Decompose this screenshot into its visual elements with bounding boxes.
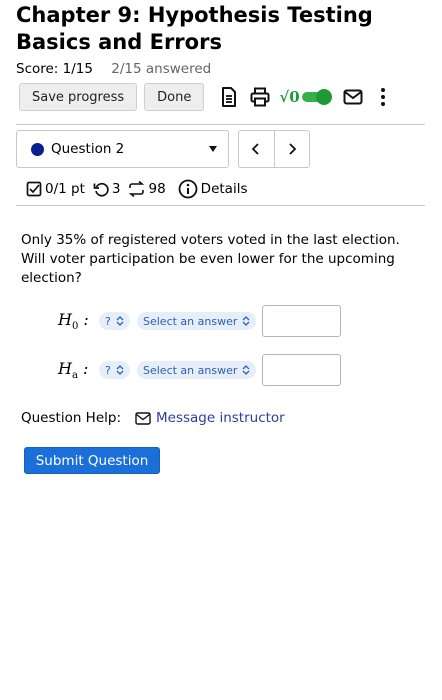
updown-arrow-icon	[242, 365, 250, 375]
question-meta: 0/1 pt 3 98 Details	[26, 178, 247, 200]
h0-label: H0 :	[58, 310, 99, 332]
details-item[interactable]: Details	[178, 179, 248, 199]
math-toggle-label: √0	[279, 88, 300, 106]
ha-answer-select[interactable]: Select an answer	[137, 361, 257, 379]
chevron-right-icon	[289, 143, 297, 155]
repeat-icon	[129, 181, 145, 197]
question-help: Question Help: Message instructor	[21, 408, 285, 428]
h0-symbol-select[interactable]: ?	[99, 312, 130, 330]
mail-icon	[135, 411, 151, 425]
submit-question-button[interactable]: Submit Question	[24, 447, 160, 474]
undo-icon	[93, 182, 109, 197]
h0-symbol-label: ?	[105, 314, 111, 328]
question-status-dot	[31, 142, 44, 156]
info-icon	[178, 179, 198, 199]
retries-item: 3	[93, 181, 121, 197]
updown-arrow-icon	[116, 365, 124, 375]
message-instructor-link[interactable]: Message instructor	[135, 410, 285, 426]
retries-count: 3	[111, 181, 121, 197]
h0-sub: 0	[71, 321, 79, 333]
points-label: 0/1 pt	[45, 181, 85, 197]
h0-colon: :	[83, 309, 89, 329]
math-toggle-switch[interactable]	[301, 89, 332, 105]
divider	[16, 124, 425, 125]
details-label: Details	[200, 181, 248, 197]
mail-icon[interactable]	[342, 86, 364, 108]
score-label: Score: 1/15	[16, 61, 93, 77]
ha-answer-label: Select an answer	[143, 363, 238, 377]
message-instructor-label: Message instructor	[156, 410, 285, 426]
ha-sub: a	[71, 370, 78, 382]
more-icon[interactable]	[372, 86, 394, 108]
ha-colon: :	[83, 358, 89, 378]
done-button[interactable]: Done	[144, 83, 205, 111]
previous-question-button[interactable]	[239, 131, 274, 167]
toolbar: Save progress Done √0	[19, 83, 394, 111]
points-item: 0/1 pt	[26, 181, 85, 197]
h0-base: H	[58, 309, 72, 329]
ha-symbol-select[interactable]: ?	[99, 361, 130, 379]
ha-symbol-label: ?	[105, 363, 111, 377]
h0-value-input[interactable]	[262, 305, 342, 337]
answered-count: 2/15 answered	[111, 61, 212, 77]
question-select-label: Question 2	[51, 141, 125, 157]
h0-answer-label: Select an answer	[143, 314, 238, 328]
save-progress-button[interactable]: Save progress	[19, 83, 138, 111]
next-question-button[interactable]	[273, 131, 310, 167]
divider	[16, 205, 425, 206]
attempts-item: 98	[128, 181, 166, 197]
chevron-left-icon	[251, 143, 259, 155]
question-nav	[238, 130, 310, 168]
ha-base: H	[58, 358, 72, 378]
checkbox-icon	[26, 181, 42, 197]
ha-value-input[interactable]	[262, 354, 342, 386]
h0-answer-select[interactable]: Select an answer	[137, 312, 257, 330]
hypothesis-row-ha: Ha : ? Select an answer	[58, 354, 342, 386]
attempts-count: 98	[148, 181, 166, 197]
page-title: Chapter 9: Hypothesis Testing Basics and…	[16, 3, 373, 54]
math-toggle-icon[interactable]: √0	[279, 88, 332, 106]
print-icon[interactable]	[249, 86, 271, 108]
question-text: Only 35% of registered voters voted in t…	[21, 232, 400, 286]
question-select[interactable]: Question 2	[16, 130, 229, 168]
updown-arrow-icon	[242, 316, 250, 326]
question-help-label: Question Help:	[21, 410, 121, 426]
score-row: Score: 1/15 2/15 answered	[16, 61, 211, 77]
hypothesis-row-h0: H0 : ? Select an answer	[58, 305, 342, 337]
caret-down-icon	[209, 146, 217, 152]
updown-arrow-icon	[116, 316, 124, 326]
document-icon[interactable]	[218, 86, 240, 108]
ha-label: Ha :	[58, 359, 99, 381]
